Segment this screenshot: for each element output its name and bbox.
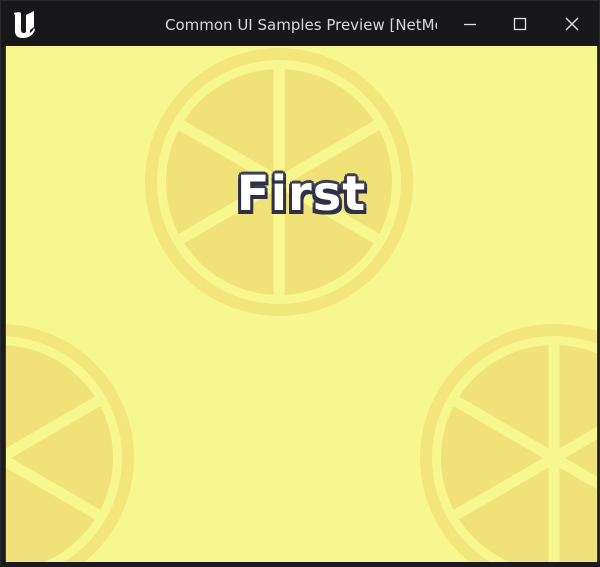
- close-icon: [565, 17, 579, 30]
- window-frame-bottom: [1, 562, 600, 567]
- preview-viewport[interactable]: First: [5, 46, 598, 562]
- lemon-slice-icon: [420, 324, 597, 562]
- title-bar[interactable]: Common UI Samples Preview [NetMode: [1, 1, 599, 47]
- minimize-icon: [464, 23, 476, 25]
- window-title: Common UI Samples Preview [NetMode: [165, 16, 437, 34]
- minimize-button[interactable]: [445, 1, 495, 46]
- lemon-pattern-background: [6, 46, 597, 562]
- application-window: Common UI Samples Preview [NetMode First: [0, 0, 600, 567]
- lemon-slice-icon: [6, 324, 134, 562]
- unreal-engine-logo-icon: [14, 11, 35, 38]
- close-button[interactable]: [547, 1, 597, 46]
- maximize-button[interactable]: [495, 1, 545, 46]
- screen-title: First: [236, 165, 367, 223]
- maximize-icon: [513, 17, 527, 30]
